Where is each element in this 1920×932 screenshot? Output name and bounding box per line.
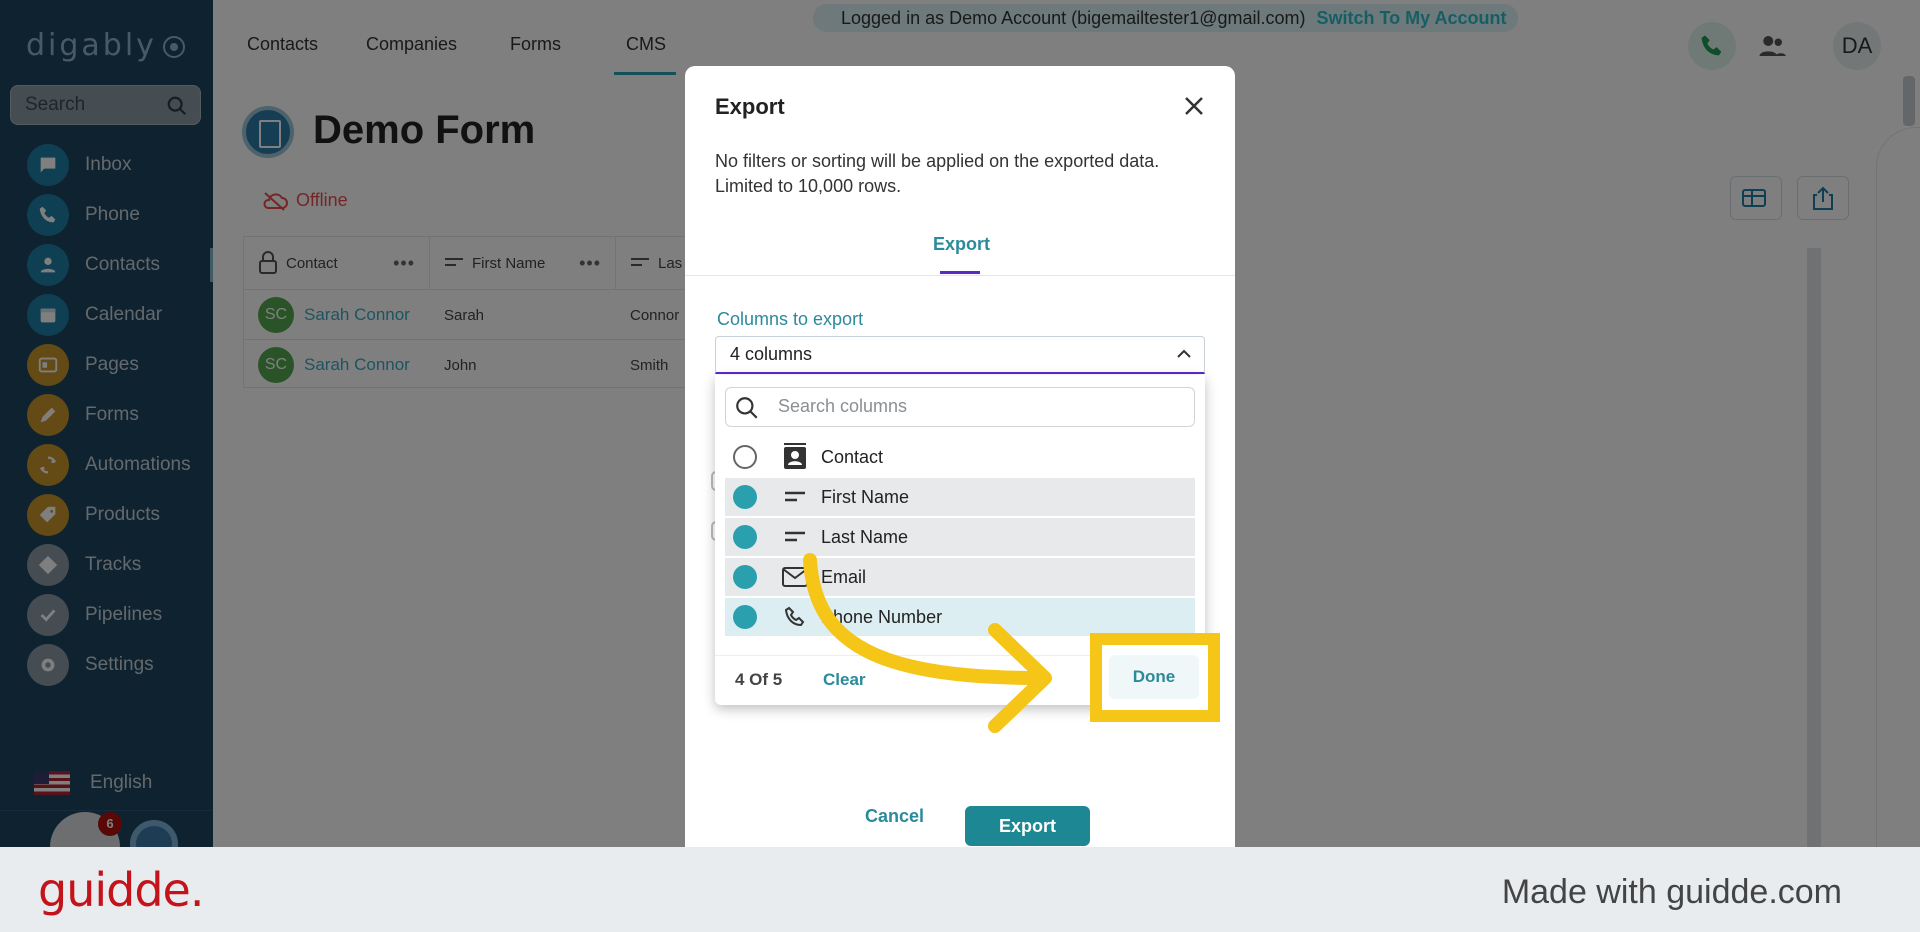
guide-arrow-icon	[803, 553, 1052, 733]
active-tab-indicator	[940, 271, 980, 274]
search-icon	[736, 397, 758, 419]
option-label: First Name	[821, 486, 910, 507]
option-label: Last Name	[821, 526, 909, 547]
modal-divider	[685, 275, 1235, 276]
text-lines-icon	[781, 483, 809, 511]
tab-export[interactable]: Export	[933, 234, 990, 255]
selected-count: 4 Of 5	[735, 670, 783, 689]
guidde-footer: guidde. Made with guidde.com	[0, 847, 1920, 932]
option-radio-checked[interactable]	[733, 565, 757, 589]
modal-title: Export	[715, 94, 785, 119]
option-radio-checked[interactable]	[733, 525, 757, 549]
made-with-text: Made with guidde.com	[1501, 873, 1842, 911]
option-first-name[interactable]: First Name	[725, 478, 1195, 516]
search-columns-input[interactable]	[778, 396, 1178, 417]
columns-label: Columns to export	[717, 309, 864, 329]
option-radio[interactable]	[733, 445, 757, 469]
close-icon[interactable]	[1182, 94, 1206, 118]
columns-select[interactable]: 4 columns	[715, 336, 1205, 374]
done-button[interactable]: Done	[1109, 655, 1199, 699]
option-label: Contact	[821, 446, 884, 467]
guidde-logo[interactable]: guidde.	[38, 863, 204, 917]
chevron-up-icon	[1177, 349, 1191, 358]
option-radio-checked[interactable]	[733, 485, 757, 509]
contact-card-icon	[781, 443, 809, 471]
export-button[interactable]: Export	[965, 806, 1090, 846]
cancel-button[interactable]: Cancel	[865, 806, 924, 827]
search-columns-field[interactable]	[725, 387, 1195, 427]
columns-select-value: 4 columns	[730, 344, 813, 364]
text-lines-icon	[781, 523, 809, 551]
option-radio-checked[interactable]	[733, 605, 757, 629]
option-contact[interactable]: Contact	[725, 438, 1195, 476]
modal-description: No filters or sorting will be applied on…	[715, 151, 1160, 196]
